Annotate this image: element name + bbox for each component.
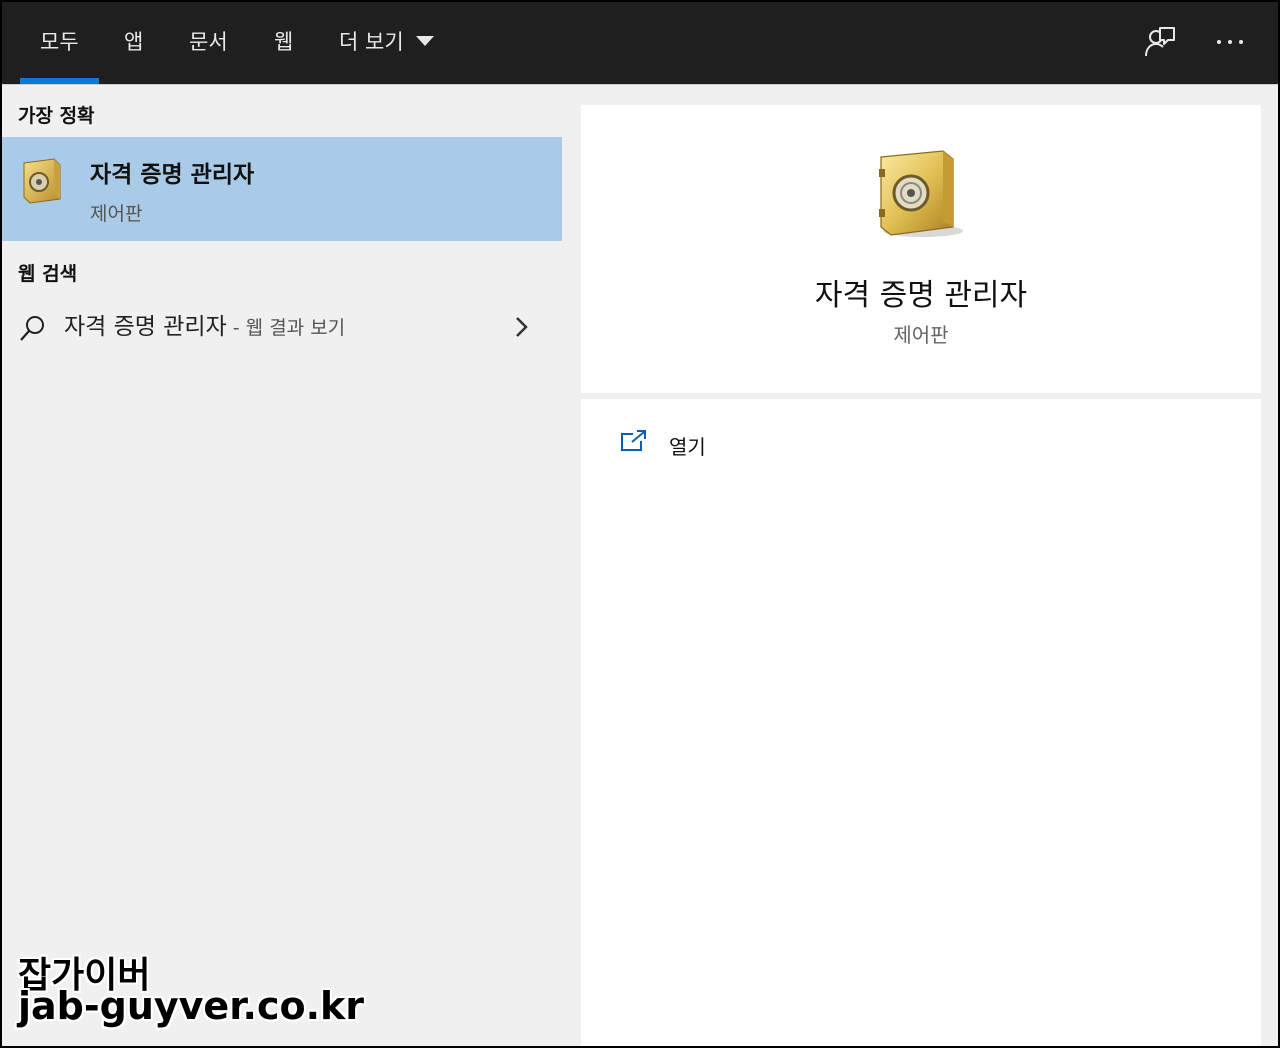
filter-tab-bar: 모두 앱 문서 웹 더 보기 bbox=[2, 2, 1278, 85]
tab-all[interactable]: 모두 bbox=[20, 2, 99, 84]
preview-subtitle: 제어판 bbox=[893, 323, 949, 347]
preview-header: 자격 증명 관리자 제어판 bbox=[581, 105, 1261, 393]
safe-large-icon bbox=[873, 147, 969, 247]
more-icon[interactable] bbox=[1212, 24, 1248, 60]
best-match-item[interactable]: 자격 증명 관리자 제어판 bbox=[2, 137, 562, 241]
tab-documents[interactable]: 문서 bbox=[189, 2, 228, 84]
best-match-header: 가장 정확 bbox=[18, 105, 95, 127]
web-search-hint: - 웹 결과 보기 bbox=[226, 317, 346, 339]
preview-title: 자격 증명 관리자 bbox=[814, 278, 1028, 313]
tab-more-label: 더 보기 bbox=[339, 30, 404, 54]
feedback-icon[interactable] bbox=[1142, 24, 1178, 60]
preview-actions: 열기 bbox=[581, 399, 1261, 1046]
tab-apps[interactable]: 앱 bbox=[124, 2, 143, 84]
best-match-title: 자격 증명 관리자 bbox=[90, 162, 255, 188]
tab-more[interactable]: 더 보기 bbox=[339, 2, 434, 84]
caret-down-icon bbox=[415, 36, 434, 46]
watermark-url: jab-guyver.co.kr bbox=[18, 984, 365, 1028]
search-window: 모두 앱 문서 웹 더 보기 가장 정확 자격 증명 관리자 제어판 웹 검색 … bbox=[2, 2, 1278, 1046]
web-search-query: 자격 증명 관리자 bbox=[64, 314, 227, 340]
search-icon bbox=[18, 313, 48, 347]
chevron-right-icon bbox=[512, 315, 532, 343]
web-search-result[interactable]: 자격 증명 관리자 - 웹 결과 보기 bbox=[2, 301, 562, 353]
safe-icon bbox=[20, 157, 64, 209]
tab-web[interactable]: 웹 bbox=[274, 2, 293, 84]
open-external-icon bbox=[619, 429, 647, 457]
results-panel: 가장 정확 자격 증명 관리자 제어판 웹 검색 자격 증명 관리자 - 웹 결… bbox=[2, 85, 562, 1046]
web-search-header: 웹 검색 bbox=[18, 263, 78, 285]
open-action-label: 열기 bbox=[669, 435, 706, 459]
best-match-subtitle: 제어판 bbox=[90, 203, 143, 225]
